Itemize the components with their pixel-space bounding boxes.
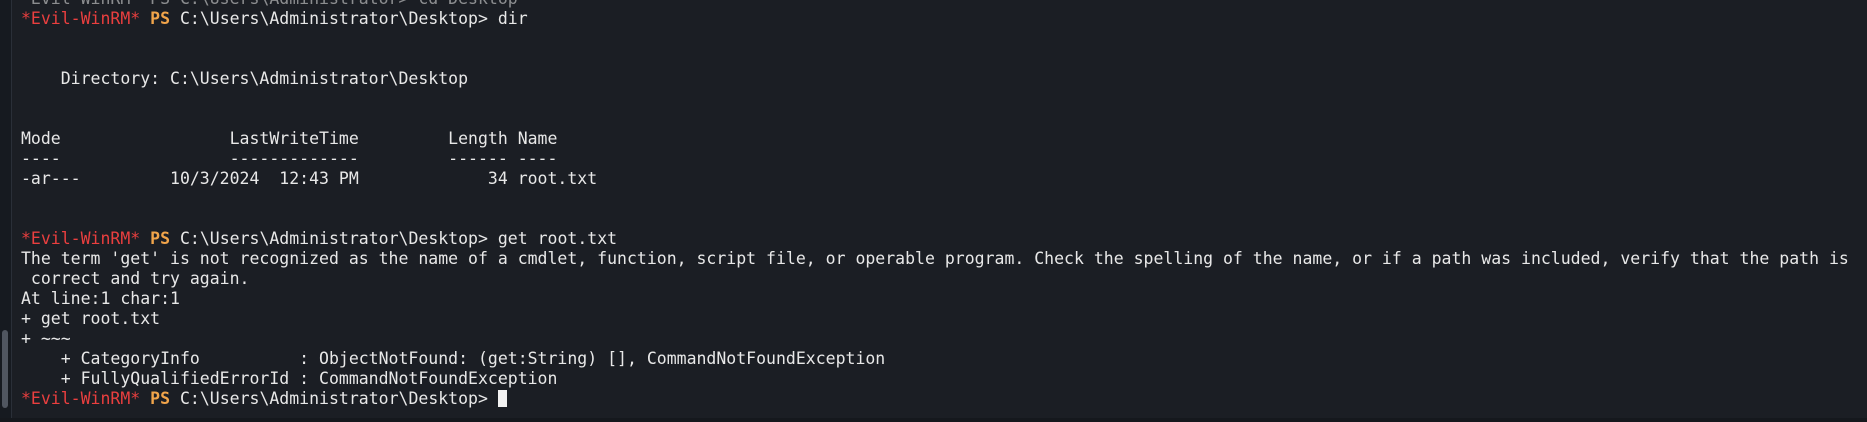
window-bottom-edge: [0, 418, 1867, 422]
scrollbar-thumb[interactable]: [2, 330, 8, 408]
error-category-info: + CategoryInfo : ObjectNotFound: (get:St…: [21, 349, 886, 368]
error-command-echo: + get root.txt: [21, 309, 161, 328]
prompt-ps: PS: [150, 9, 171, 28]
prompt-line-get: *Evil-WinRM* PS C:\Users\Administrator\D…: [21, 229, 1867, 249]
terminal-output[interactable]: *Evil-WinRM* PS C:\Users\Administrator> …: [21, 0, 1867, 409]
prompt-line-dir: *Evil-WinRM* PS C:\Users\Administrator\D…: [21, 9, 1867, 29]
text-cursor: [497, 390, 507, 407]
table-row: -ar--- 10/3/2024 12:43 PM 34 root.txt: [21, 169, 598, 188]
prompt-ps: PS: [150, 229, 171, 248]
directory-line: Directory: C:\Users\Administrator\Deskto…: [21, 69, 469, 88]
error-message: The term 'get' is not recognized as the …: [21, 249, 1849, 268]
prompt-host: *Evil-WinRM*: [21, 229, 141, 248]
table-header: Mode LastWriteTime Length Name: [21, 129, 558, 148]
prompt-host: *Evil-WinRM*: [21, 9, 141, 28]
error-position: At line:1 char:1: [21, 289, 180, 308]
prompt-path: C:\Users\Administrator\Desktop>: [179, 9, 488, 28]
table-rule: ---- ------------- ------ ----: [21, 149, 558, 168]
prompt-ps: PS: [150, 389, 171, 408]
prompt-path: C:\Users\Administrator\Desktop>: [179, 229, 488, 248]
prompt-path: C:\Users\Administrator\Desktop>: [179, 389, 488, 408]
error-message: correct and try again.: [21, 269, 250, 288]
partial-previous-line: *Evil-WinRM* PS C:\Users\Administrator> …: [21, 0, 1867, 9]
error-fully-qualified-id: + FullyQualifiedErrorId : CommandNotFoun…: [21, 369, 558, 388]
error-underline: + ~~~: [21, 329, 71, 348]
command-text: dir: [497, 9, 528, 28]
prompt-host: *Evil-WinRM*: [21, 389, 141, 408]
active-prompt-line[interactable]: *Evil-WinRM* PS C:\Users\Administrator\D…: [21, 389, 1867, 409]
command-text: get root.txt: [497, 229, 618, 248]
